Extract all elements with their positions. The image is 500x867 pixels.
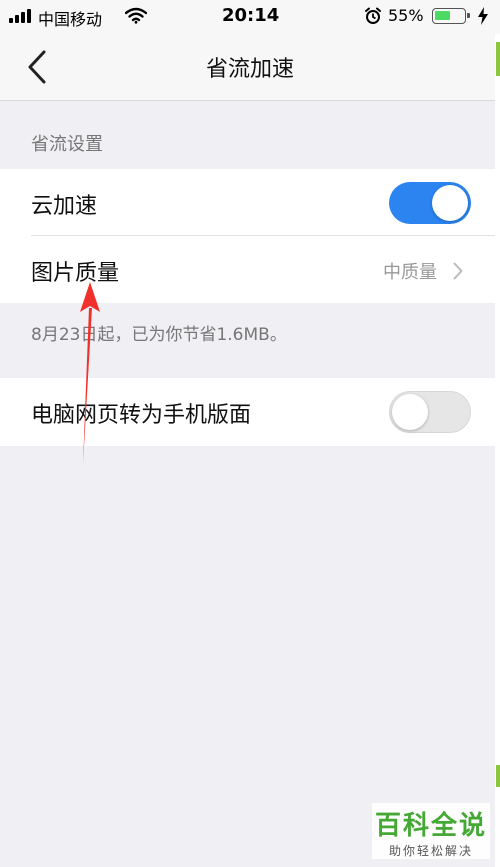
desktop-to-mobile-label: 电脑网页转为手机版面	[31, 403, 252, 428]
charging-icon	[478, 7, 488, 25]
status-bar: 中国移动 20:14 55%	[0, 0, 500, 34]
battery-icon	[432, 8, 470, 24]
battery-level-fill	[435, 11, 450, 20]
signal-icon	[9, 9, 35, 23]
section-header: 省流设置	[31, 134, 103, 155]
wifi-icon	[125, 7, 147, 24]
status-time: 20:14	[222, 5, 280, 26]
edge-strip	[495, 34, 500, 867]
annotation-arrow-icon	[80, 282, 100, 464]
edge-accent	[496, 42, 500, 76]
cloud-accel-toggle[interactable]	[389, 182, 471, 224]
watermark-title: 百科全说	[374, 811, 487, 841]
carrier-name: 中国移动	[38, 10, 103, 29]
toggle-knob	[392, 394, 428, 430]
toggle-knob	[432, 185, 468, 221]
page-title: 省流加速	[205, 57, 294, 82]
image-quality-value: 中质量	[383, 262, 437, 283]
watermark-logo: 百科全说 助你轻松解决	[372, 803, 490, 859]
cloud-accel-row: 云加速	[0, 169, 495, 236]
watermark-subtitle: 助你轻松解决	[388, 844, 473, 858]
cloud-accel-label: 云加速	[31, 194, 98, 219]
chevron-right-icon	[453, 262, 463, 280]
battery-percent: 55%	[388, 6, 424, 25]
alarm-icon	[365, 7, 381, 24]
nav-bar: 省流加速	[0, 34, 500, 101]
desktop-to-mobile-toggle[interactable]	[389, 391, 471, 433]
edge-accent	[496, 765, 500, 787]
